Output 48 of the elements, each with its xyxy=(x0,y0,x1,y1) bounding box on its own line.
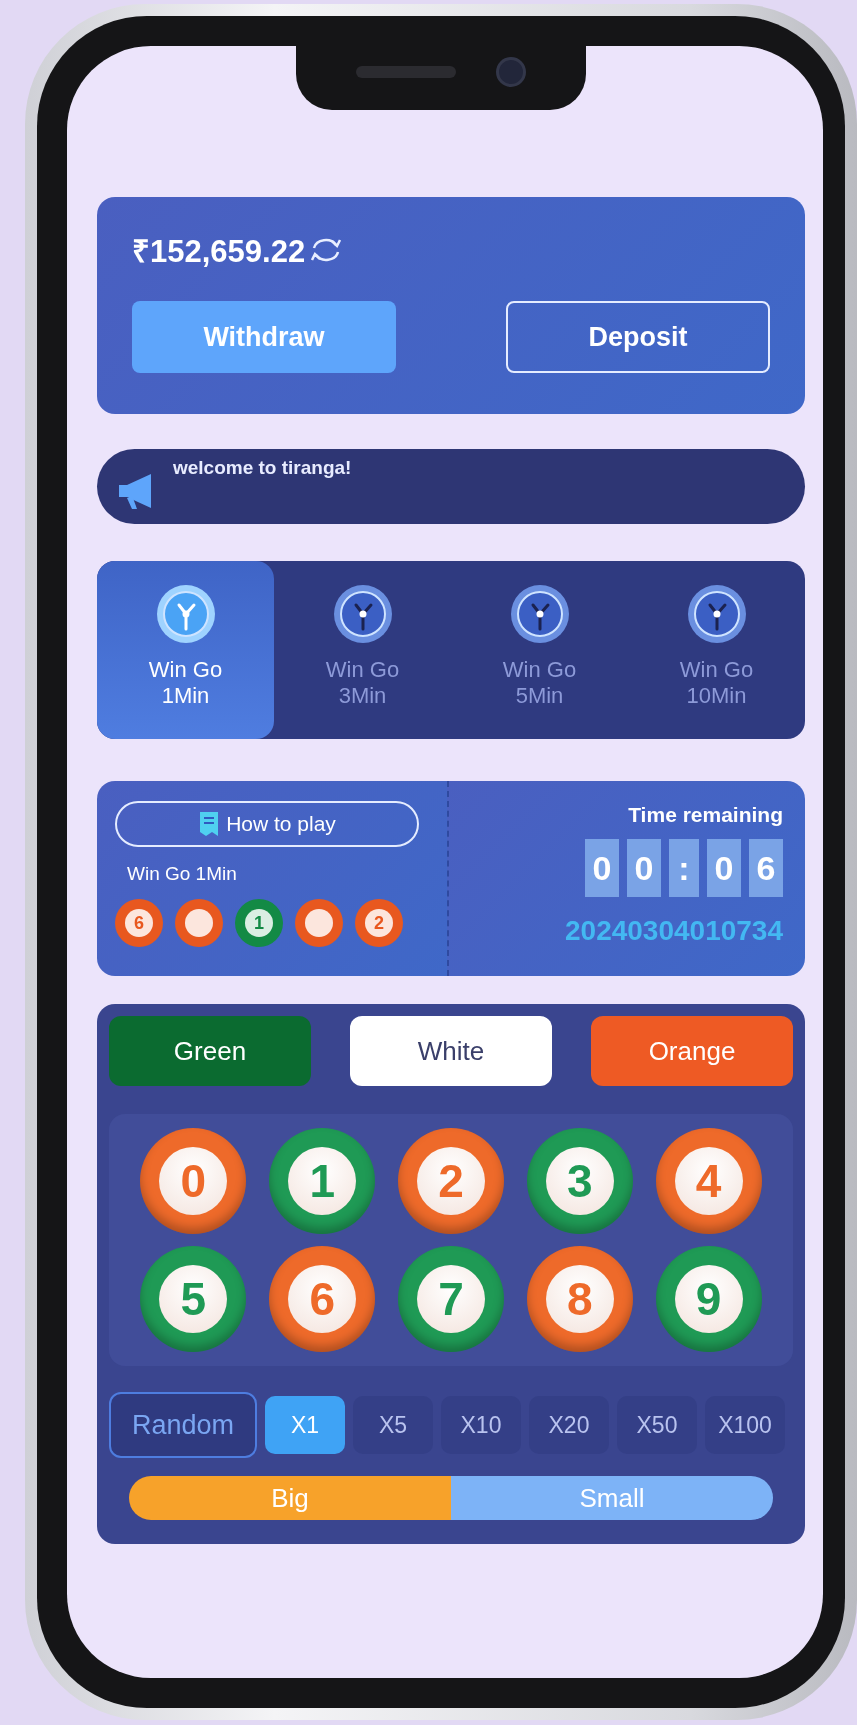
number-ball[interactable]: 7 xyxy=(398,1246,504,1352)
clock-icon xyxy=(154,583,217,645)
number-ball[interactable]: 8 xyxy=(526,1246,633,1352)
time-remaining-label: Time remaining xyxy=(628,803,783,827)
random-button[interactable]: Random xyxy=(109,1392,257,1458)
clock-icon xyxy=(508,583,571,645)
small-button[interactable]: Small xyxy=(451,1476,773,1520)
clock-icon xyxy=(685,583,748,645)
result-ball: 2 xyxy=(355,899,403,947)
color-bet-button[interactable]: Green xyxy=(109,1016,311,1086)
withdraw-button[interactable]: Withdraw xyxy=(132,301,396,373)
game-tab[interactable]: Win Go 1Min xyxy=(97,561,274,739)
book-icon xyxy=(198,810,221,838)
timer-digit: : xyxy=(669,839,699,897)
timer-digit: 6 xyxy=(749,839,783,897)
number-ball[interactable]: 0 xyxy=(140,1128,247,1234)
clock-icon xyxy=(331,583,394,645)
multiplier-button[interactable]: X10 xyxy=(441,1396,521,1454)
period-number: 20240304010734 xyxy=(565,915,783,947)
notice-text: welcome to tiranga! xyxy=(173,457,352,479)
big-button[interactable]: Big xyxy=(129,1476,451,1520)
number-ball[interactable]: 1 xyxy=(269,1128,376,1234)
color-bet-button[interactable]: White xyxy=(350,1016,552,1086)
refresh-icon[interactable] xyxy=(309,236,344,264)
number-ball[interactable]: 5 xyxy=(140,1246,247,1352)
number-ball[interactable]: 2 xyxy=(398,1128,504,1234)
number-ball[interactable]: 4 xyxy=(655,1128,762,1234)
how-to-play-button[interactable]: How to play xyxy=(115,801,419,847)
color-bet-button[interactable]: Orange xyxy=(591,1016,793,1086)
timer-digit: 0 xyxy=(707,839,741,897)
timer-digit: 0 xyxy=(627,839,661,897)
balance-amount: ₹152,659.22 xyxy=(132,233,306,271)
number-ball[interactable]: 9 xyxy=(655,1246,762,1352)
multiplier-button[interactable]: X5 xyxy=(353,1396,433,1454)
multiplier-button[interactable]: X100 xyxy=(705,1396,785,1454)
game-tab[interactable]: Win Go 10Min xyxy=(628,561,805,739)
number-ball[interactable]: 6 xyxy=(269,1246,376,1352)
game-tab[interactable]: Win Go 3Min xyxy=(274,561,451,739)
game-tab[interactable]: Win Go 5Min xyxy=(451,561,628,739)
result-ball: 1 xyxy=(235,899,283,947)
result-ball: 6 xyxy=(115,899,163,947)
multiplier-button[interactable]: X20 xyxy=(529,1396,609,1454)
deposit-button[interactable]: Deposit xyxy=(506,301,770,373)
multiplier-button[interactable]: X50 xyxy=(617,1396,697,1454)
multiplier-button[interactable]: X1 xyxy=(265,1396,345,1454)
game-name: Win Go 1Min xyxy=(127,863,238,885)
number-ball[interactable]: 3 xyxy=(526,1128,633,1234)
timer-digit: 0 xyxy=(585,839,619,897)
